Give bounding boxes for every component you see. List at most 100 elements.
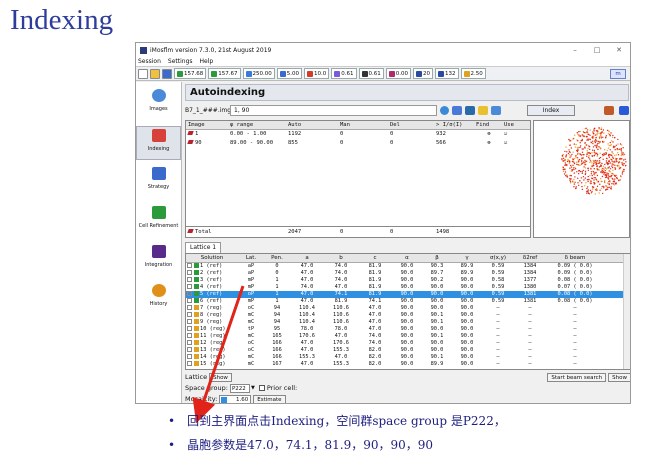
solution-row[interactable]: 11 (reg) mC 165 170.6 47.0 74.0 90.0 90.1 90.0 – –… (186, 333, 630, 340)
toolbar-setting-11[interactable]: 2.50 (460, 68, 486, 79)
expand-icon[interactable] (187, 326, 192, 331)
solution-row[interactable]: 14 (reg) mC 166 155.3 47.0 82.0 90.0 90.1 90.0 – –… (186, 354, 630, 361)
image-col-header[interactable]: Image (186, 121, 228, 129)
settings-alt-icon[interactable] (619, 106, 629, 115)
toolbar-setting-4[interactable]: 5.00 (276, 68, 302, 79)
image-col-header[interactable]: Del (388, 121, 434, 129)
spot-preview[interactable] (533, 120, 630, 238)
sidebar-item-history[interactable]: History (136, 282, 181, 316)
solution-row[interactable]: 5 (ref) oP 1 47.0 74.1 81.9 90.0 90.0 90.0 0.59 13… (186, 291, 630, 298)
image-col-header[interactable]: Find (474, 121, 502, 129)
toolbar-setting-1[interactable]: 157.68 (174, 68, 207, 79)
solution-col-header[interactable]: σ(x,y) (482, 254, 514, 262)
mosaicity-field[interactable]: 1.60 (219, 394, 252, 403)
toolbar-setting-8[interactable]: 0.00 (385, 68, 411, 79)
solution-col-header[interactable]: δ beam (546, 254, 604, 262)
sidebar-item-images[interactable]: Images (136, 87, 181, 121)
sidebar-item-strategy[interactable]: Strategy (136, 165, 181, 199)
toolbar-setting-3[interactable]: 250.00 (242, 68, 275, 79)
solution-col-header[interactable]: δ2ref (514, 254, 546, 262)
maximize-button[interactable]: □ (586, 46, 608, 54)
chevron-down-icon[interactable]: ▼ (251, 385, 255, 391)
find-spots-icon[interactable] (440, 106, 449, 115)
sidebar-item-integration[interactable]: Integration (136, 243, 181, 277)
space-group-select[interactable]: P222 (229, 383, 250, 393)
start-beam-search-button[interactable]: Start beam search (547, 372, 607, 382)
expand-icon[interactable] (187, 305, 192, 310)
disk-icon[interactable] (491, 106, 501, 115)
image-row[interactable]: 90 89.00 - 90.00 855 0 0 566 ⊕ ☑ (186, 139, 530, 148)
solution-col-header[interactable]: a (290, 254, 324, 262)
solution-row[interactable]: 12 (reg) oC 166 47.0 170.6 74.0 90.0 90.0 90.0 – –… (186, 340, 630, 347)
image-col-header[interactable]: > I/σ(I) (434, 121, 474, 129)
use-checkbox[interactable]: ☑ (502, 139, 522, 148)
find-icon[interactable]: ⊕ (474, 130, 502, 139)
expand-icon[interactable] (187, 291, 192, 296)
image-col-header[interactable]: Auto (286, 121, 338, 129)
expand-icon[interactable] (187, 361, 192, 366)
image-col-header[interactable]: Man (338, 121, 388, 129)
show-button[interactable]: Show (608, 372, 630, 382)
toolbar-setting-10[interactable]: 132 (435, 68, 459, 79)
solution-col-header[interactable]: α (392, 254, 422, 262)
expand-icon[interactable] (187, 284, 192, 289)
expand-icon[interactable] (187, 277, 192, 282)
expand-icon[interactable] (187, 298, 192, 303)
expand-icon[interactable] (187, 333, 192, 338)
image-browse-icon[interactable] (465, 106, 475, 115)
expand-icon[interactable] (187, 319, 192, 324)
new-file-icon[interactable] (138, 68, 148, 79)
add-images-icon[interactable] (452, 106, 462, 115)
save-icon[interactable] (162, 68, 172, 79)
solutions-scrollbar[interactable] (623, 254, 630, 369)
solution-row[interactable]: 13 (reg) oC 166 47.0 155.3 82.0 90.0 90.0 90.0 – –… (186, 347, 630, 354)
expand-icon[interactable] (187, 263, 192, 268)
toolbar-setting-5[interactable]: 10.0 (304, 68, 330, 79)
solution-col-header[interactable]: γ (452, 254, 482, 262)
estimate-button[interactable]: Estimate (253, 394, 286, 403)
image-col-header[interactable]: Use (502, 121, 522, 129)
solution-col-header[interactable]: Solution (186, 254, 238, 262)
settings-icon[interactable] (604, 106, 614, 115)
solution-row[interactable]: 10 (reg) tP 95 78.0 78.0 47.0 90.0 90.0 90.0 – – – (186, 326, 630, 333)
toolbar-setting-6[interactable]: 0.61 (331, 68, 357, 79)
solution-row[interactable]: 7 (reg) oC 94 110.4 110.6 47.0 90.0 90.0 90.0 – – – (186, 305, 630, 312)
use-checkbox[interactable]: ☑ (502, 130, 522, 139)
expand-icon[interactable] (187, 354, 192, 359)
image-col-header[interactable]: φ range (228, 121, 286, 129)
solution-row[interactable]: 6 (ref) mP 1 47.0 81.9 74.1 90.0 90.0 90.0 0.59 13… (186, 298, 630, 305)
image-range-input[interactable]: 1, 90 (230, 105, 437, 116)
expand-icon[interactable] (187, 312, 192, 317)
sidebar-item-indexing[interactable]: Indexing (136, 126, 181, 160)
solution-col-header[interactable]: Pen. (264, 254, 290, 262)
toolbar-setting-2[interactable]: 157.67 (208, 68, 241, 79)
solution-row[interactable]: 15 (reg) mC 167 47.0 155.3 82.0 90.0 89.9 90.0 – –… (186, 361, 630, 368)
menu-session[interactable]: Session (138, 58, 161, 65)
image-row[interactable]: 1 0.00 - 1.00 1192 0 0 932 ⊕ ☑ (186, 130, 530, 139)
solution-row[interactable]: 3 (ref) mP 1 47.0 74.0 81.9 90.0 90.2 90.0 0.58 13… (186, 277, 630, 284)
mosflm-log-button[interactable]: m (610, 68, 626, 79)
expand-icon[interactable] (187, 340, 192, 345)
prior-cell-checkbox[interactable] (258, 385, 265, 391)
close-button[interactable]: ✕ (608, 46, 630, 54)
solution-row[interactable]: 4 (ref) mP 1 74.0 47.0 81.9 90.0 90.0 90.0 0.59 13… (186, 284, 630, 291)
solution-row[interactable]: 2 (ref) aP 0 47.0 74.0 81.9 90.0 89.7 89.9 0.59 13… (186, 270, 630, 277)
toolbar-setting-9[interactable]: 20 (413, 68, 433, 79)
toolbar-setting-7[interactable]: 0.61 (358, 68, 384, 79)
minimize-button[interactable]: – (564, 46, 586, 54)
menu-settings[interactable]: Settings (168, 58, 193, 65)
sidebar-item-cell-refinement[interactable]: Cell Refinement (136, 204, 181, 238)
solution-row[interactable]: 1 (ref) aP 0 47.0 74.0 81.9 90.0 90.3 89.9 0.59 13… (186, 263, 630, 270)
index-button[interactable]: Index (527, 105, 575, 116)
solution-col-header[interactable]: Lat. (238, 254, 264, 262)
folder-icon[interactable] (478, 106, 488, 115)
solution-col-header[interactable]: β (422, 254, 452, 262)
show-lattice-button[interactable]: Show (209, 372, 232, 382)
solution-row[interactable]: 9 (reg) mC 94 110.4 110.6 47.0 90.0 90.1 90.0 – – – (186, 319, 630, 326)
solution-col-header[interactable]: b (324, 254, 358, 262)
solution-col-header[interactable]: c (358, 254, 392, 262)
expand-icon[interactable] (187, 347, 192, 352)
tab-lattice-1[interactable]: Lattice 1 (185, 242, 222, 253)
find-icon[interactable]: ⊕ (474, 139, 502, 148)
menu-help[interactable]: Help (200, 58, 214, 65)
